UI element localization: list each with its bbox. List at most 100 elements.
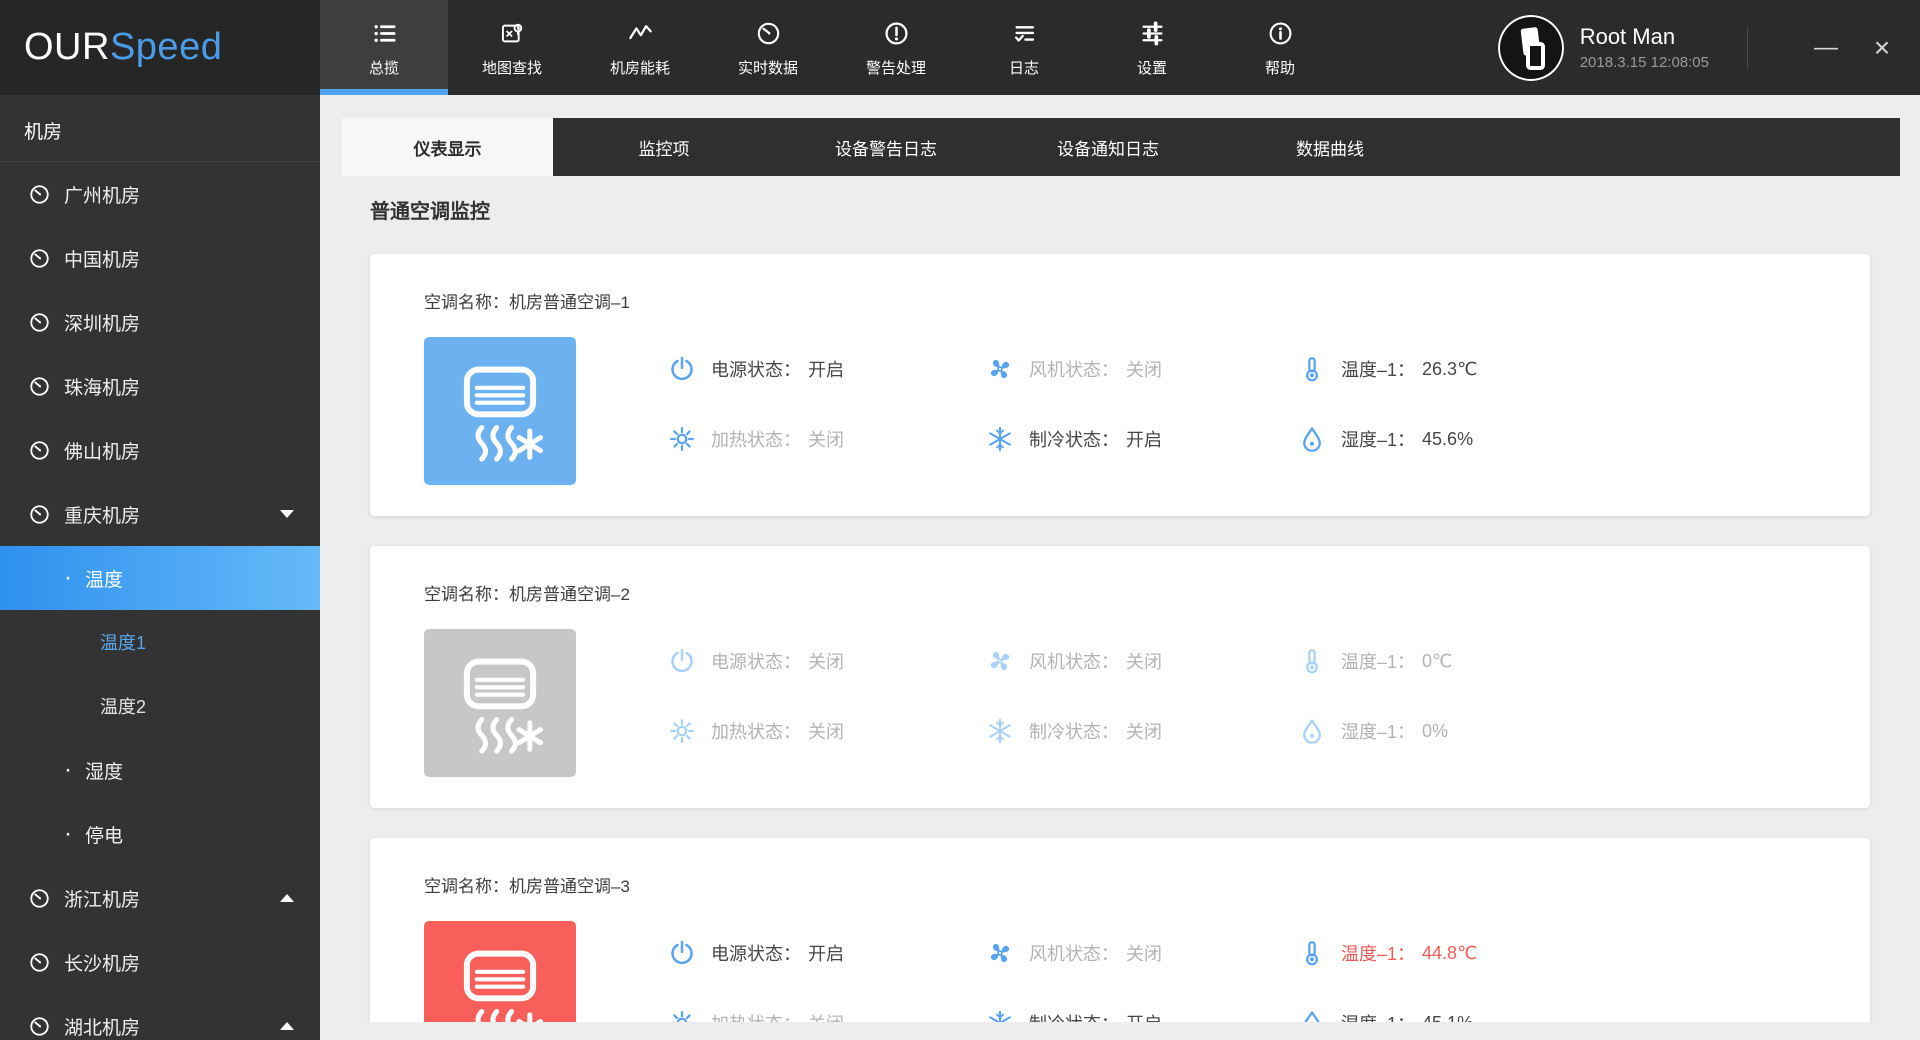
status-label: 加热状态： [711,426,801,452]
sidebar-item-广州机房[interactable]: 广州机房 [0,162,320,226]
nav-item-energy[interactable]: 机房能耗 [576,0,704,95]
user-name: Root Man [1580,24,1709,49]
tab-监控项[interactable]: 监控项 [553,118,775,176]
chevron-up-icon [280,894,294,902]
logo-text-speed: Speed [110,26,222,69]
status-label: 温度–1： [1341,940,1415,966]
status-item: 风机状态：关闭 [985,646,1297,676]
gauge-icon [28,503,51,526]
nav-item-label: 帮助 [1265,57,1295,78]
sidebar-item-湿度[interactable]: ·湿度 [0,738,320,802]
status-item: 湿度–1：0% [1297,716,1677,746]
sidebar-item-重庆机房[interactable]: 重庆机房 [0,482,320,546]
status-value: 关闭 [808,648,844,674]
sidebar-item-label: 湖北机房 [64,1013,140,1040]
energy-icon [627,20,654,47]
status-label: 湿度–1： [1341,718,1415,744]
gauge-icon [28,1015,51,1038]
status-label: 温度–1： [1341,648,1415,674]
status-item: 湿度–1： 45.1% [1297,1008,1677,1022]
sidebar-item-温度[interactable]: ·温度 [0,546,320,610]
snowflake-icon [985,1008,1015,1022]
status-value: 开启 [808,940,844,966]
status-item: 加热状态： 关闭 [667,716,985,746]
sidebar-item-label: 长沙机房 [64,949,140,976]
status-value: 26.3℃ [1422,359,1477,380]
fan-icon [985,646,1015,676]
status-label: 制冷状态： [1029,426,1119,452]
thermometer-icon [1297,646,1327,676]
status-label: 风机状态： [1029,940,1119,966]
sun-icon [667,1008,697,1022]
status-label: 制冷状态： [1029,718,1119,744]
power-icon [667,646,697,676]
snowflake-icon [985,716,1015,746]
droplet-icon [1297,1008,1327,1022]
gauge-icon [28,439,51,462]
sidebar-item-中国机房[interactable]: 中国机房 [0,226,320,290]
sidebar-item-温度2[interactable]: 温度2 [0,674,320,738]
settings-icon [1139,20,1166,47]
status-label: 湿度–1： [1341,1010,1415,1022]
nav-item-label: 日志 [1009,57,1039,78]
overview-icon [371,20,398,47]
nav-item-logs[interactable]: 日志 [960,0,1088,95]
status-item: 制冷状态：开启 [985,1008,1297,1022]
fan-icon [985,354,1015,384]
status-item: 电源状态：关闭 [667,646,985,676]
status-value: 45.1% [1422,1013,1473,1023]
status-item: 制冷状态：关闭 [985,716,1297,746]
tab-设备警告日志[interactable]: 设备警告日志 [775,118,997,176]
sidebar-item-label: 温度 [85,565,123,592]
tab-仪表显示[interactable]: 仪表显示 [342,118,553,176]
droplet-icon [1297,716,1327,746]
status-item: 温度–1：44.8℃ [1297,938,1677,968]
sidebar-item-浙江机房[interactable]: 浙江机房 [0,866,320,930]
status-value: 关闭 [808,426,844,452]
nav-item-alerts[interactable]: 警告处理 [832,0,960,95]
status-label: 湿度–1： [1341,426,1415,452]
ac-name-value: 机房普通空调–1 [509,293,630,312]
nav-item-realtime[interactable]: 实时数据 [704,0,832,95]
sidebar-item-长沙机房[interactable]: 长沙机房 [0,930,320,994]
sidebar-item-珠海机房[interactable]: 珠海机房 [0,354,320,418]
nav-item-settings[interactable]: 设置 [1088,0,1216,95]
nav-item-overview[interactable]: 总揽 [320,0,448,95]
status-item: 制冷状态： 开启 [985,424,1297,454]
status-value: 关闭 [808,718,844,744]
status-value: 开启 [808,356,844,382]
status-label: 风机状态： [1029,648,1119,674]
chevron-up-icon [280,1022,294,1030]
avatar[interactable] [1498,15,1564,81]
ac-card-title: 空调名称：机房普通空调–1 [424,288,630,313]
sidebar-item-佛山机房[interactable]: 佛山机房 [0,418,320,482]
tab-strip: 监控项设备警告日志设备通知日志数据曲线 [553,118,1900,176]
topbar: OURSpeed 总揽地图查找机房能耗实时数据警告处理日志设置帮助 Root M… [0,0,1920,95]
status-value: 0℃ [1422,651,1452,672]
ac-name-label: 空调名称： [424,585,509,604]
alert-icon [883,20,910,47]
nav-item-label: 实时数据 [738,57,798,78]
gauge-icon [28,887,51,910]
close-button[interactable]: × [1860,26,1904,70]
tab-设备通知日志[interactable]: 设备通知日志 [997,118,1219,176]
nav-item-map-search[interactable]: 地图查找 [448,0,576,95]
sidebar-item-温度1[interactable]: 温度1 [0,610,320,674]
sidebar-item-湖北机房[interactable]: 湖北机房 [0,994,320,1040]
minimize-button[interactable]: — [1804,26,1848,70]
sidebar-item-label: 浙江机房 [64,885,140,912]
status-item: 加热状态：关闭 [667,1008,985,1022]
sidebar-item-深圳机房[interactable]: 深圳机房 [0,290,320,354]
sidebar-item-停电[interactable]: ·停电 [0,802,320,866]
status-value: 关闭 [808,1010,844,1022]
status-value: 开启 [1126,426,1162,452]
status-label: 加热状态： [711,718,801,744]
tab-数据曲线[interactable]: 数据曲线 [1219,118,1441,176]
status-label: 电源状态： [711,356,801,382]
sidebar-item-label: 停电 [85,821,123,848]
nav-item-help[interactable]: 帮助 [1216,0,1344,95]
status-value: 45.6% [1422,429,1473,450]
sidebar-item-label: 重庆机房 [64,501,140,528]
gauge-icon [28,247,51,270]
sidebar: 机房 广州机房中国机房深圳机房珠海机房佛山机房重庆机房·温度温度1温度2·湿度·… [0,95,320,1040]
